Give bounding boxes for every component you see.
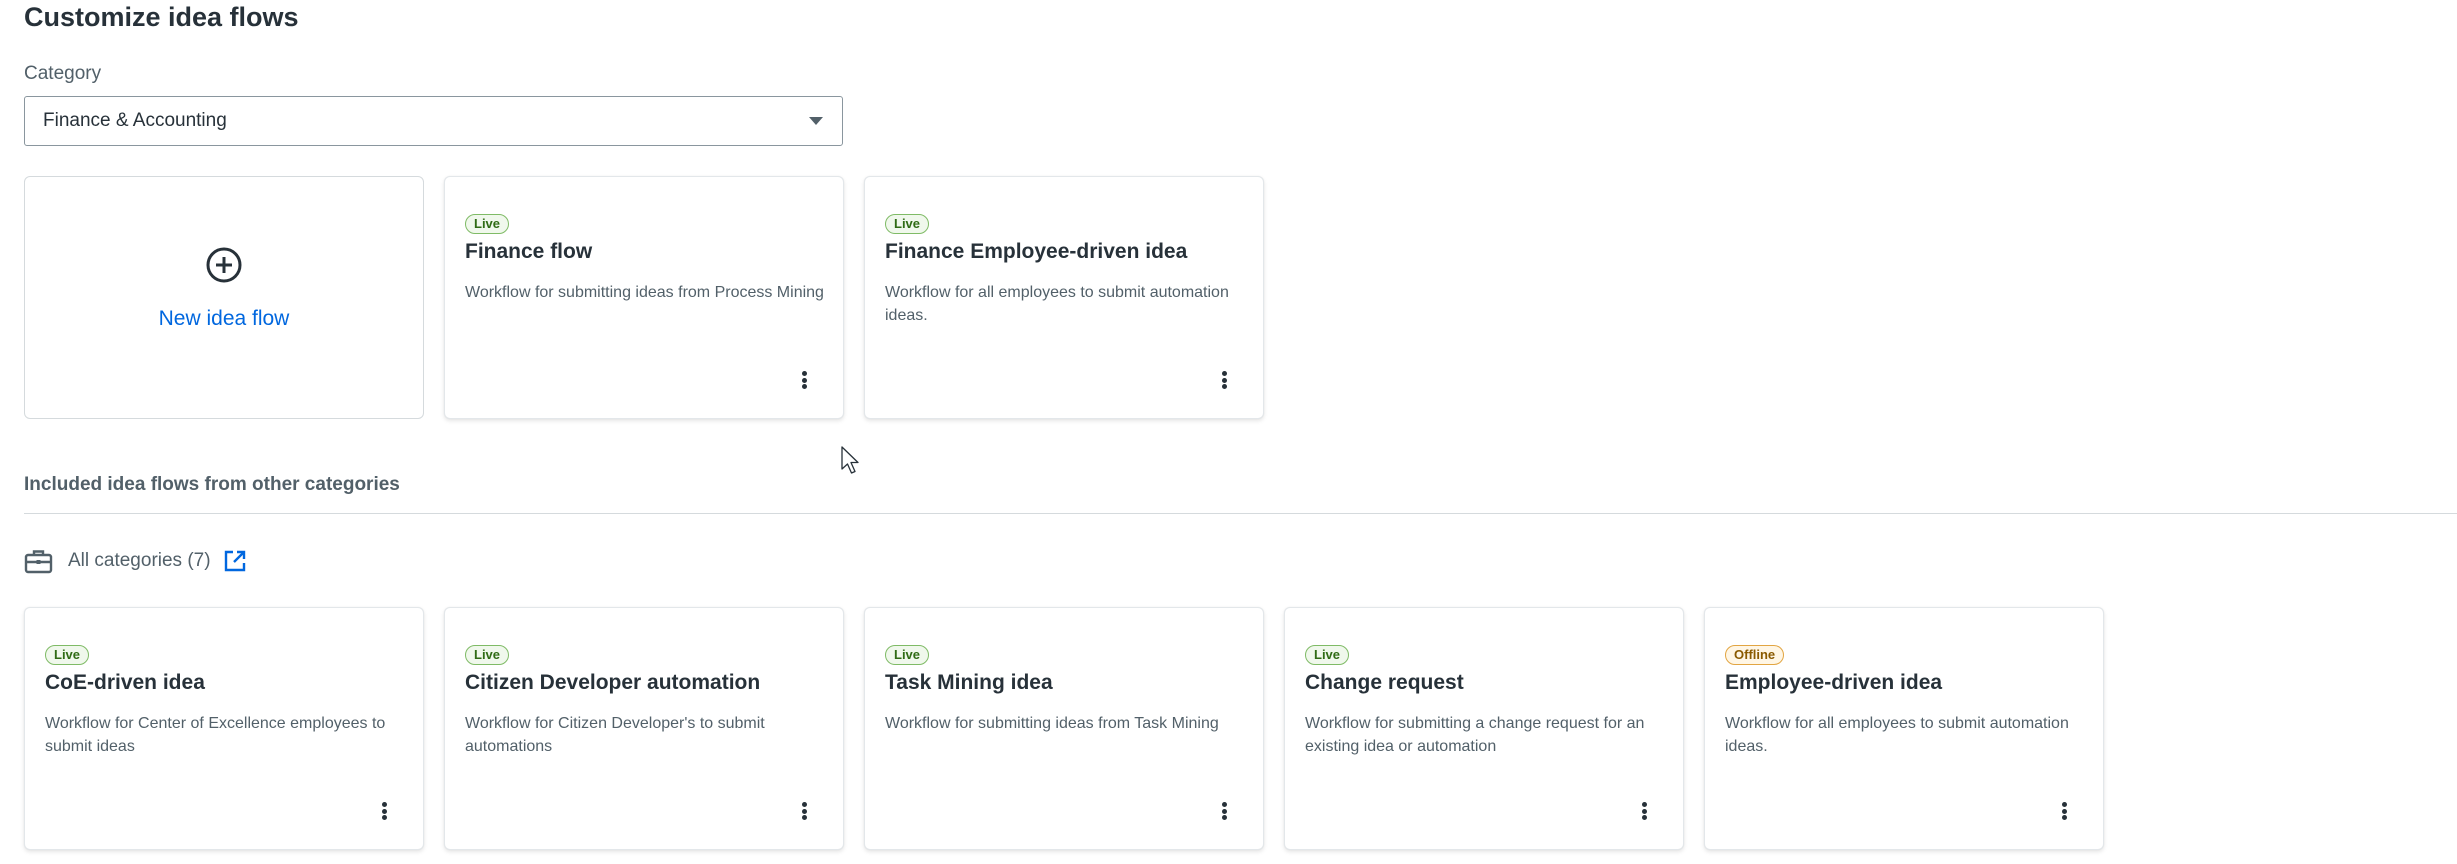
idea-flow-description: Workflow for all employees to submit aut… bbox=[885, 284, 1229, 324]
new-idea-flow-card[interactable]: New idea flow bbox=[24, 176, 424, 419]
external-link-icon[interactable] bbox=[223, 549, 247, 573]
section-divider bbox=[24, 513, 2457, 514]
more-options-icon[interactable] bbox=[1635, 799, 1653, 823]
page-title: Customize idea flows bbox=[24, 2, 299, 32]
idea-flow-card[interactable]: Live Citizen Developer automation Workfl… bbox=[444, 607, 844, 850]
idea-flow-description: Workflow for Center of Excellence employ… bbox=[45, 715, 386, 755]
idea-flow-card[interactable]: Live Task Mining idea Workflow for submi… bbox=[864, 607, 1264, 850]
status-badge: Live bbox=[885, 645, 930, 665]
idea-flow-title: CoE-driven idea bbox=[45, 671, 205, 694]
all-categories-row: All categories (7) bbox=[24, 546, 247, 576]
idea-flow-description: Workflow for submitting ideas from Task … bbox=[885, 715, 1219, 732]
idea-flow-title: Employee-driven idea bbox=[1725, 671, 1943, 694]
status-badge: Live bbox=[1305, 645, 1350, 665]
more-options-icon[interactable] bbox=[795, 799, 813, 823]
idea-flow-description: Workflow for submitting ideas from Proce… bbox=[465, 284, 824, 301]
briefcase-icon bbox=[24, 549, 53, 573]
more-options-icon[interactable] bbox=[2055, 799, 2073, 823]
idea-flow-description: Workflow for all employees to submit aut… bbox=[1725, 715, 2069, 755]
more-options-icon[interactable] bbox=[1215, 799, 1233, 823]
idea-flow-description: Workflow for Citizen Developer's to subm… bbox=[465, 715, 765, 755]
idea-flow-title: Citizen Developer automation bbox=[465, 671, 761, 694]
idea-flow-card[interactable]: Live Finance flow Workflow for submittin… bbox=[444, 176, 844, 419]
mouse-cursor-icon bbox=[841, 446, 859, 474]
status-badge: Live bbox=[885, 214, 930, 234]
all-categories-label: All categories (7) bbox=[68, 550, 211, 571]
idea-flow-description: Workflow for submitting a change request… bbox=[1305, 715, 1645, 755]
idea-flow-card[interactable]: Offline Employee-driven idea Workflow fo… bbox=[1704, 607, 2104, 850]
more-options-icon[interactable] bbox=[795, 368, 813, 392]
status-badge: Live bbox=[465, 214, 510, 234]
idea-flow-card[interactable]: Live CoE-driven idea Workflow for Center… bbox=[24, 607, 424, 850]
included-section-title: Included idea flows from other categorie… bbox=[24, 474, 400, 495]
status-badge: Live bbox=[45, 645, 90, 665]
idea-flow-title: Task Mining idea bbox=[885, 671, 1053, 694]
category-select[interactable]: Finance & Accounting bbox=[24, 96, 843, 146]
plus-circle-icon bbox=[206, 247, 242, 283]
chevron-down-icon bbox=[809, 117, 823, 125]
status-badge: Live bbox=[465, 645, 510, 665]
status-badge: Offline bbox=[1725, 645, 1785, 665]
category-label: Category bbox=[24, 63, 102, 84]
idea-flow-title: Change request bbox=[1305, 671, 1464, 694]
more-options-icon[interactable] bbox=[375, 799, 393, 823]
idea-flow-card[interactable]: Live Finance Employee-driven idea Workfl… bbox=[864, 176, 1264, 419]
new-idea-flow-label: New idea flow bbox=[158, 307, 290, 330]
idea-flow-title: Finance Employee-driven idea bbox=[885, 240, 1188, 263]
idea-flow-card[interactable]: Live Change request Workflow for submitt… bbox=[1284, 607, 1684, 850]
category-select-value: Finance & Accounting bbox=[43, 110, 227, 131]
more-options-icon[interactable] bbox=[1215, 368, 1233, 392]
idea-flow-title: Finance flow bbox=[465, 240, 593, 263]
